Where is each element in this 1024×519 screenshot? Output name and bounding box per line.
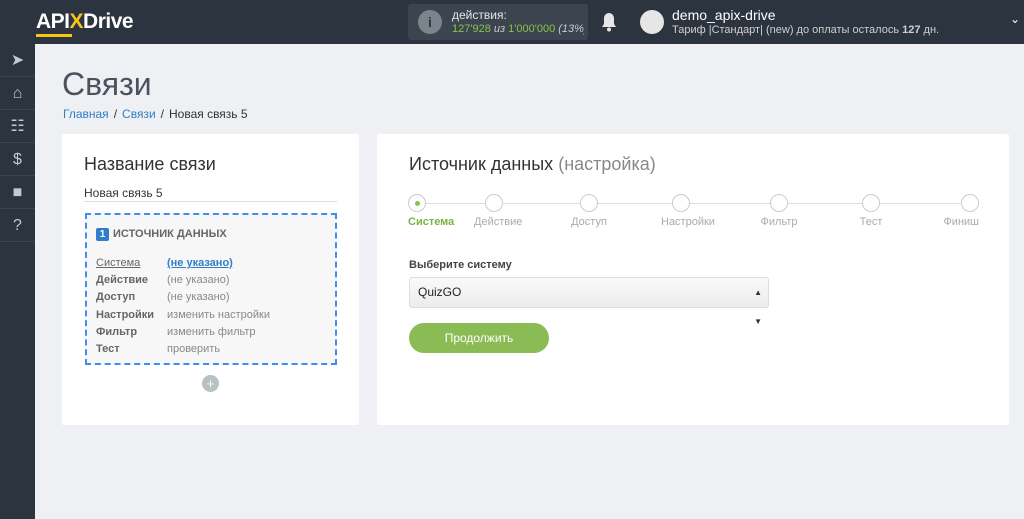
add-block-button[interactable]: + xyxy=(202,375,219,392)
step-1[interactable]: Действие xyxy=(474,194,523,228)
home-icon[interactable]: ⌂ xyxy=(0,77,35,110)
username[interactable]: demo_apix-drive xyxy=(672,7,776,23)
connection-name-card: Название связи 1ИСТОЧНИК ДАННЫХ Система(… xyxy=(62,134,359,425)
step-3[interactable]: Настройки xyxy=(661,194,715,228)
logo-underline xyxy=(36,34,72,37)
continue-button[interactable]: Продолжить xyxy=(409,323,549,353)
actions-label: действия: xyxy=(452,8,507,22)
breadcrumb-home[interactable]: Главная xyxy=(63,107,109,121)
breadcrumb-links[interactable]: Связи xyxy=(122,107,156,121)
card-title: Источник данных (настройка) xyxy=(409,154,656,174)
source-rows: Система (не указано) Действие (не указано)… xyxy=(96,255,270,358)
step-dot xyxy=(862,194,880,212)
step-0[interactable]: Система xyxy=(408,194,455,228)
card-title: Название связи xyxy=(84,154,216,174)
actions-counter: i действия: 127'928 из 1'000'000 (13%) xyxy=(408,4,588,40)
row-action: Действие (не указано) xyxy=(96,274,230,287)
step-4[interactable]: Фильтр xyxy=(759,194,799,228)
select-label: Выберите систему xyxy=(409,259,512,271)
connection-name-input[interactable] xyxy=(84,184,337,202)
breadcrumb-current: Новая связь 5 xyxy=(168,107,248,121)
breadcrumb: Главная / Связи / Новая связь 5 xyxy=(63,107,248,121)
step-label: Фильтр xyxy=(760,216,798,228)
step-2[interactable]: Доступ xyxy=(569,194,609,228)
chevron-down-icon[interactable]: ⌄ xyxy=(1010,12,1020,26)
select-arrows-icon: ▲ ▼ xyxy=(754,288,762,326)
user-avatar-icon[interactable] xyxy=(640,10,664,34)
briefcase-icon[interactable]: ■ xyxy=(0,176,35,209)
row-settings: Настройки изменить настройки xyxy=(96,308,270,321)
row-filter: Фильтр изменить фильтр xyxy=(96,325,256,338)
info-icon: i xyxy=(418,10,442,34)
bell-icon[interactable] xyxy=(601,12,617,32)
question-icon[interactable]: ? xyxy=(0,209,35,242)
step-dot xyxy=(770,194,788,212)
sitemap-icon[interactable]: ☷ xyxy=(0,110,35,143)
step-label: Действие xyxy=(474,216,523,228)
sidebar: ➤ ⌂ ☷ $ ■ ? xyxy=(0,44,35,519)
step-label: Доступ xyxy=(571,216,607,228)
source-block[interactable]: 1 ИСТОЧНИК ДАННЫХ Система (не указано) Дей… xyxy=(85,213,337,365)
logo[interactable]: APIXDrive xyxy=(36,10,134,34)
row-system[interactable]: Система (не указано) xyxy=(96,255,270,272)
row-access: Доступ (не указано) xyxy=(96,291,230,304)
dollar-icon[interactable]: $ xyxy=(0,143,35,176)
step-dot xyxy=(408,194,426,212)
source-settings-card: Источник данных (настройка) Система Дейст… xyxy=(377,134,1009,425)
step-5[interactable]: Тест xyxy=(851,194,891,228)
top-bar: APIXDrive i действия: 127'928 из 1'000'0… xyxy=(0,0,1024,44)
step-dot xyxy=(485,194,503,212)
stepper: Система Действие Доступ Настройки Фильтр Тест… xyxy=(408,194,979,234)
step-6[interactable]: Финиш xyxy=(939,194,979,228)
arrow-right-circle-icon[interactable]: ➤ xyxy=(0,44,35,77)
step-label: Настройки xyxy=(661,216,715,228)
step-dot xyxy=(961,194,979,212)
actions-value: 127'928 из 1'000'000 (13%) xyxy=(452,23,584,35)
step-label: Система xyxy=(408,216,455,228)
step-label: Тест xyxy=(859,216,883,228)
page-title: Связи xyxy=(62,66,152,102)
row-test: Тест проверить xyxy=(96,343,221,356)
step-dot xyxy=(580,194,598,212)
step-label: Финиш xyxy=(943,216,979,228)
step-dot xyxy=(672,194,690,212)
system-select[interactable]: QuizGO ▲ ▼ xyxy=(409,277,769,326)
tariff-info: Тариф |Стандарт| (new) до оплаты осталос… xyxy=(672,24,940,36)
source-header: 1 ИСТОЧНИК ДАННЫХ xyxy=(96,228,227,241)
